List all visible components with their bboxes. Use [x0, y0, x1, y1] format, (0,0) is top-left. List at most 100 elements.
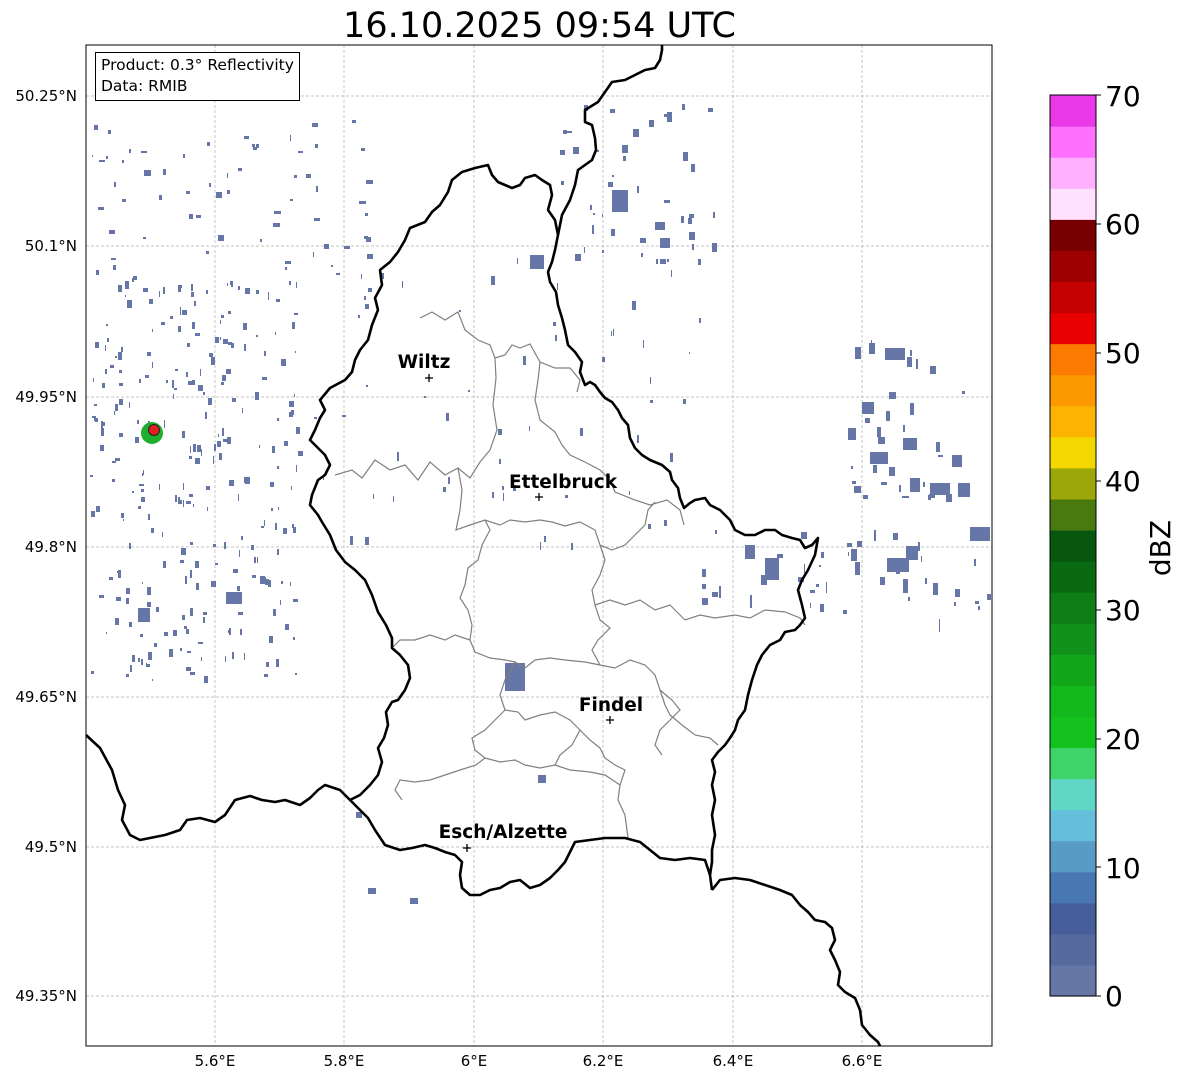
colorbar-segment [1050, 747, 1096, 780]
radar-echo [119, 370, 122, 373]
radar-echo [115, 356, 117, 358]
radar-echo [871, 340, 872, 349]
radar-echo [290, 199, 293, 201]
radar-echo [289, 281, 291, 285]
lon-tick: 6.4°E [713, 1052, 754, 1070]
radar-echo [198, 385, 203, 391]
radar-echo [366, 385, 368, 387]
radar-echo [238, 494, 239, 501]
radar-echo [281, 581, 283, 584]
colorbar [1050, 95, 1096, 997]
radar-echo [702, 584, 706, 589]
radar-echo [312, 123, 318, 127]
radar-echo [182, 615, 185, 620]
radar-echo [264, 674, 268, 677]
radar-echo [186, 629, 189, 634]
radar-echo [364, 236, 368, 239]
radar-echo [207, 507, 208, 511]
radar-echo [277, 466, 279, 469]
radar-echo [865, 418, 870, 423]
radar-echo [916, 359, 918, 369]
radar-echo [344, 246, 350, 249]
radar-echo [95, 342, 99, 348]
radar-echo [224, 542, 226, 549]
colorbar-ticks: 0 10 20 30 40 50 60 70 [1105, 80, 1141, 1013]
info-box: Product: 0.3° Reflectivity Data: RMIB [95, 52, 300, 101]
radar-echo [290, 582, 291, 586]
radar-echo [225, 656, 226, 662]
radar-echo [633, 129, 639, 137]
radar-echo [125, 281, 129, 289]
colorbar-tick: 60 [1105, 208, 1141, 241]
radar-echo [192, 380, 195, 385]
radar-echo [110, 365, 114, 368]
radar-echo [291, 486, 292, 490]
radar-echo [197, 445, 201, 452]
radar-echo [109, 577, 113, 580]
radar-echo [175, 495, 177, 502]
radar-echo [277, 418, 279, 421]
radar-echo [187, 651, 191, 653]
radar-echo [688, 218, 692, 224]
radar-echo [315, 144, 318, 148]
radar-echo [138, 608, 150, 622]
radar-echo [195, 458, 200, 464]
radar-echo [612, 175, 614, 177]
radar-echo [219, 453, 222, 460]
radar-echo [903, 425, 905, 432]
radar-echo [881, 482, 887, 485]
radar-echo [208, 398, 212, 405]
radar-echo [283, 528, 287, 534]
radar-echo [368, 888, 376, 894]
radar-echo [361, 148, 365, 151]
colorbar-segment [1050, 343, 1096, 376]
radar-echo [132, 278, 134, 282]
radar-echo [365, 537, 369, 545]
data-source-text: Data: RMIB [101, 77, 188, 95]
radar-echo [91, 671, 94, 674]
radar-echo [238, 168, 242, 171]
radar-echo [114, 182, 116, 187]
radar-echo [899, 485, 901, 492]
radar-echo [306, 174, 311, 178]
radar-echo [930, 483, 950, 495]
radar-echo [181, 548, 186, 555]
radar-echo [939, 619, 940, 632]
radar-echo [140, 634, 143, 637]
radar-echo [296, 427, 300, 434]
radar-echo [918, 542, 920, 551]
radar-echo [123, 519, 124, 521]
radar-echo [292, 322, 295, 329]
radar-echo [122, 199, 126, 202]
radar-echo [698, 259, 701, 265]
radar-echo [99, 160, 105, 162]
radar-echo [126, 588, 130, 594]
radar-echo [191, 284, 193, 291]
radar-echo [863, 495, 868, 499]
radar-echo [173, 630, 177, 636]
radar-echo [946, 494, 952, 502]
colorbar-segment [1050, 374, 1096, 407]
radar-echo [540, 542, 541, 550]
colorbar-segment [1050, 561, 1096, 593]
radar-echo [141, 489, 144, 492]
radar-echo [294, 175, 297, 178]
radar-echo [294, 394, 295, 397]
radar-echo [166, 380, 168, 383]
radar-echo [232, 398, 236, 402]
radar-echo [214, 444, 216, 451]
radar-echo [209, 183, 211, 187]
radar-echo [643, 340, 644, 348]
radar-echo [237, 586, 240, 591]
radar-echo [222, 375, 226, 381]
radar-echo [448, 477, 450, 484]
radar-echo [641, 253, 643, 257]
radar-echo [955, 589, 960, 597]
radar-echo [230, 281, 233, 285]
radar-echo [203, 392, 205, 395]
radar-echo [103, 422, 105, 426]
radar-echo [115, 618, 119, 625]
radar-echo [106, 156, 108, 159]
radar-echo [324, 244, 329, 249]
radar-echo [98, 207, 104, 210]
